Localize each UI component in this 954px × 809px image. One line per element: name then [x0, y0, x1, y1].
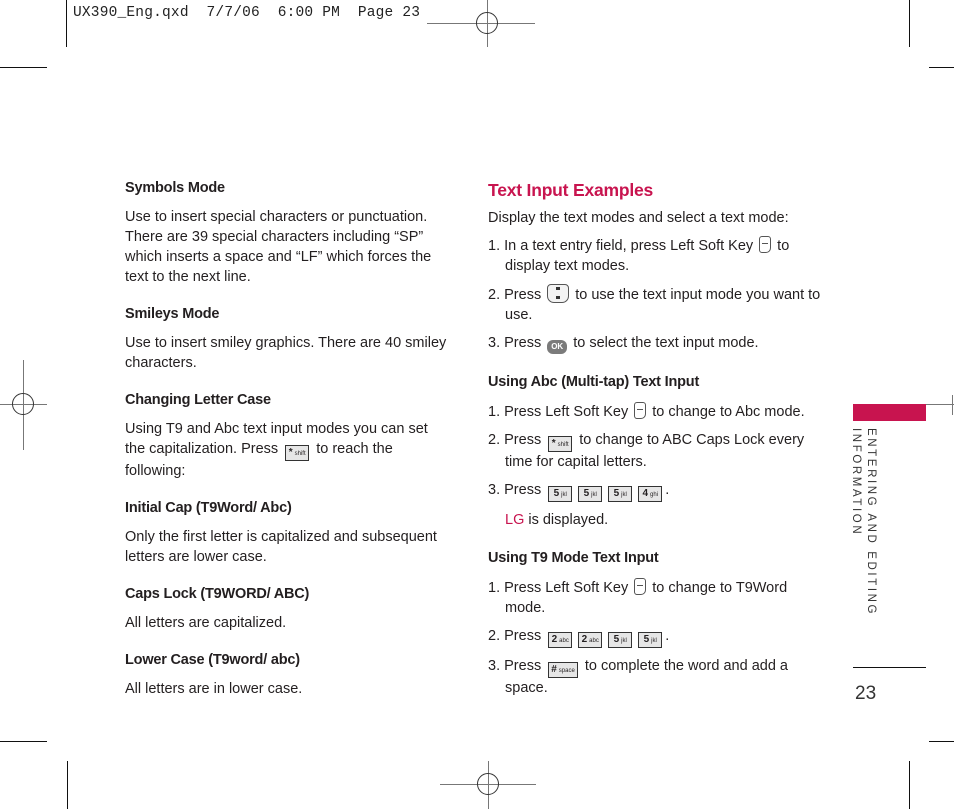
step: 2. Press to use the text input mode you w… — [488, 284, 828, 325]
navigation-key-icon — [547, 284, 570, 303]
right-column: Text Input Examples Display the text mod… — [488, 178, 828, 706]
section-text: All letters are in lower case. — [125, 681, 303, 697]
page-number: 23 — [855, 683, 877, 704]
pound-space-key-icon: # space — [548, 662, 578, 678]
section-text: Use to insert special characters or punc… — [125, 209, 432, 285]
section-text: Use to insert smiley graphics. There are… — [125, 335, 447, 371]
step: 3. Press 5 jkl 5 jkl 5 jkl 4 ghi. — [488, 480, 828, 502]
section-heading: Using T9 Mode Text Input — [488, 550, 659, 566]
chapter-tab-line1: ENTERING AND EDITING — [865, 428, 877, 617]
key-5-icon: 5 jkl — [608, 486, 633, 502]
crop-mark — [929, 67, 954, 68]
left-column: Symbols Mode Use to insert special chara… — [125, 178, 450, 716]
key-5-icon: 5 jkl — [638, 632, 663, 648]
section-text: Using T9 and Abc text input modes you ca… — [125, 419, 450, 481]
key-2-icon: 2 abc — [548, 632, 573, 648]
left-soft-key-icon — [634, 578, 647, 595]
star-shift-key-icon: * shift — [548, 436, 573, 452]
key-2-icon: 2 abc — [578, 632, 603, 648]
page-title: Text Input Examples — [488, 180, 654, 200]
lg-highlight: LG — [505, 512, 525, 528]
crop-mark — [67, 761, 68, 809]
left-soft-key-icon — [634, 402, 647, 419]
step: 3. Press # space to complete the word and… — [488, 658, 788, 696]
left-soft-key-icon — [759, 236, 772, 253]
star-shift-key-icon: * shift — [285, 445, 310, 461]
intro-text: Display the text modes and select a text… — [488, 210, 789, 226]
step: 2. Press * shift to change to ABC Caps Lo… — [488, 432, 805, 470]
crop-mark — [929, 741, 954, 742]
step: 2. Press 2 abc 2 abc 5 jkl 5 jkl. — [488, 626, 828, 648]
section-heading: Changing Letter Case — [125, 392, 271, 408]
section-heading: Using Abc (Multi-tap) Text Input — [488, 374, 700, 390]
crop-mark — [909, 0, 910, 47]
key-4-icon: 4 ghi — [638, 486, 663, 502]
key-5-icon: 5 jkl — [578, 486, 603, 502]
step: 1. Press Left Soft Key to change to T9Wor… — [488, 578, 788, 616]
result-text: LG is displayed. — [505, 512, 609, 528]
chapter-tab-line2: INFORMATION — [850, 428, 862, 537]
crop-mark — [909, 761, 910, 809]
page-number-rule — [853, 667, 926, 668]
section-heading: Caps Lock (T9WORD/ ABC) — [125, 586, 310, 602]
key-5-icon: 5 jkl — [608, 632, 633, 648]
crop-mark — [66, 0, 67, 47]
print-slug: UX390_Eng.qxd 7/7/06 6:00 PM Page 23 — [73, 5, 421, 21]
section-heading: Smileys Mode — [125, 306, 220, 322]
step: 1. Press Left Soft Key to change to Abc m… — [488, 402, 805, 420]
crop-mark — [0, 741, 47, 742]
chapter-tab-marker — [853, 404, 926, 421]
section-heading: Initial Cap (T9Word/ Abc) — [125, 500, 292, 516]
step: 1. In a text entry field, press Left Sof… — [488, 236, 790, 274]
section-text: All letters are capitalized. — [125, 615, 287, 631]
key-5-icon: 5 jkl — [548, 486, 573, 502]
section-text: Only the first letter is capitalized and… — [125, 529, 437, 565]
section-heading: Symbols Mode — [125, 180, 225, 196]
crop-mark — [0, 67, 47, 68]
section-heading: Lower Case (T9word/ abc) — [125, 652, 300, 668]
step: 3. Press OK to select the text input mode. — [488, 333, 828, 354]
ok-key-icon: OK — [547, 340, 568, 354]
chapter-tab-label: ENTERING AND EDITING INFORMATION — [848, 428, 892, 628]
